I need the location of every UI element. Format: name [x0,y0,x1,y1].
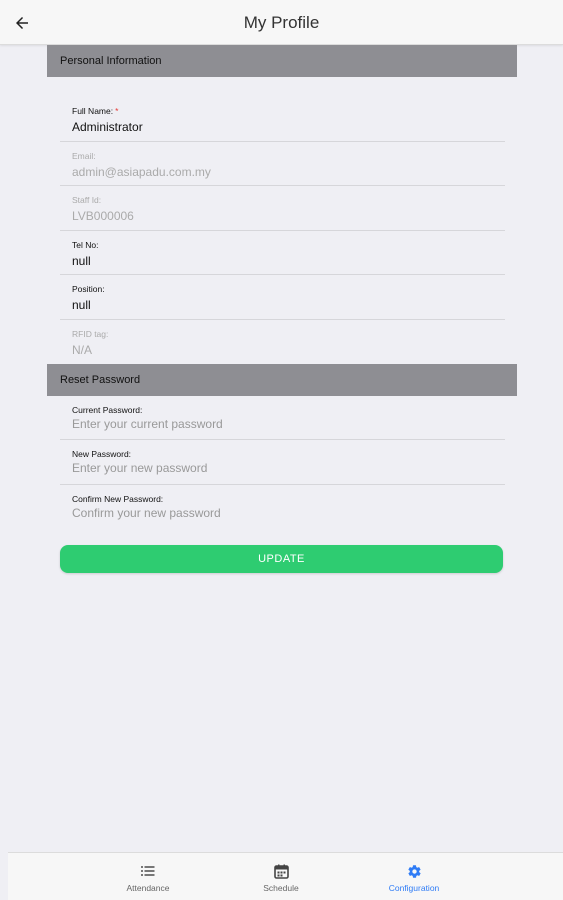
rfid-tag-value: N/A [72,342,93,357]
new-password-field: New Password: [60,440,505,485]
personal-info-header: Personal Information [47,45,517,77]
list-icon [141,866,155,876]
profile-content: Personal Information Full Name: * Adminis… [47,45,517,529]
tel-no-label: Tel No: [72,239,99,250]
app-bar: My Profile [0,0,563,45]
current-password-field: Current Password: [60,396,505,440]
gear-icon [407,864,421,878]
rfid-tag-label: RFID tag: [72,328,109,339]
position-value[interactable]: null [72,298,91,312]
current-password-input[interactable] [72,416,492,431]
reset-password-header: Reset Password [47,363,517,396]
new-password-input[interactable] [72,461,492,475]
tab-schedule[interactable]: Schedule [221,863,341,893]
rfid-tag-field: RFID tag: N/A [60,320,505,364]
current-password-label: Current Password: [72,404,143,415]
update-button[interactable]: UPDATE [60,545,503,573]
staff-id-label: Staff Id: [72,195,102,205]
position-field[interactable]: Position: null [60,275,505,320]
calendar-icon [273,864,289,879]
tel-no-value[interactable]: null [72,254,91,268]
tab-attendance[interactable]: Attendance [88,863,208,893]
position-label: Position: [72,284,105,294]
page-title: My Profile [243,13,320,32]
required-marker: * [115,106,119,116]
staff-id-field: Staff Id: LVB000006 [60,186,505,231]
personal-info-fields: Full Name: * Administrator Email: admin@a… [47,97,517,364]
full-name-label: Full Name: * [72,106,119,116]
new-password-label: New Password: [72,449,132,459]
tab-schedule-label: Schedule [263,883,299,893]
full-name-value[interactable]: Administrator [72,120,143,134]
tab-attendance-label: Attendance [126,883,170,893]
staff-id-value: LVB000006 [72,209,134,223]
tab-configuration-label: Configuration [388,883,440,893]
tab-configuration[interactable]: Configuration [354,863,474,893]
email-label: Email: [72,150,96,161]
full-name-field[interactable]: Full Name: * Administrator [60,97,505,142]
bottom-tab-bar: Attendance Schedule Configuration [8,852,563,900]
tel-no-field[interactable]: Tel No: null [60,231,505,275]
email-value: admin@asiapadu.com.my [72,164,211,179]
reset-password-fields: Current Password: New Password: Confirm … [47,396,517,530]
confirm-password-label: Confirm New Password: [72,493,164,504]
email-field: Email: admin@asiapadu.com.my [60,142,505,186]
confirm-password-input[interactable] [72,505,492,520]
confirm-password-field: Confirm New Password: [60,485,505,530]
